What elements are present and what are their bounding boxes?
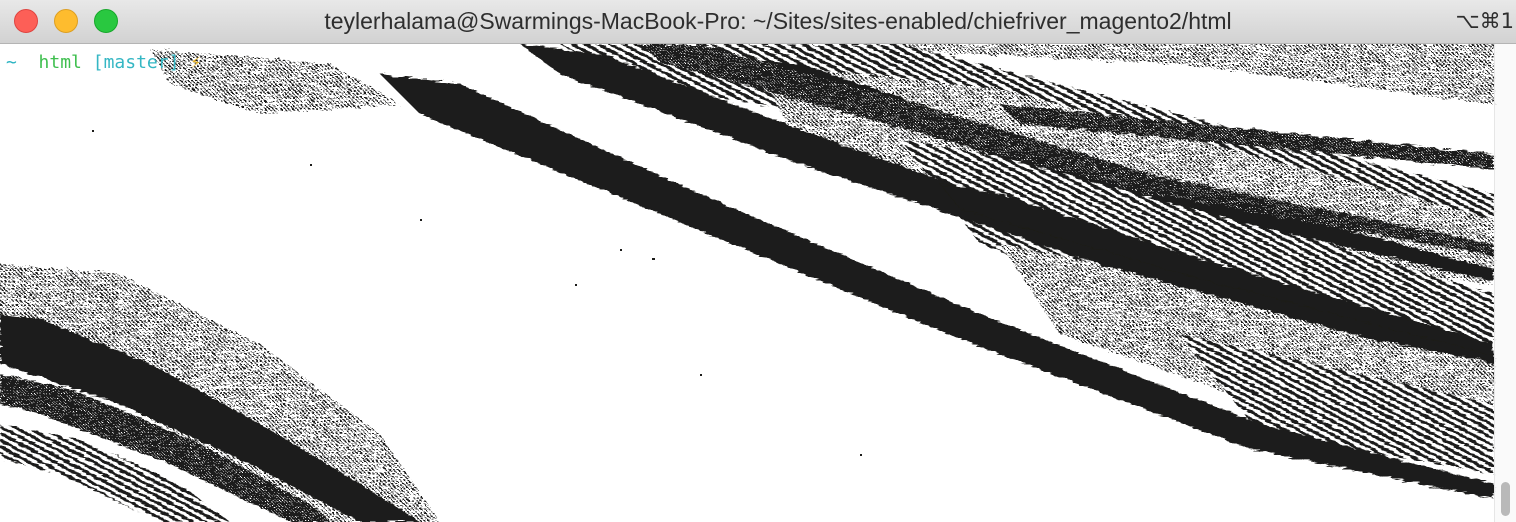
title-bar[interactable]: teylerhalama@Swarmings-MacBook-Pro: ~/Si… xyxy=(0,0,1516,44)
terminal-window: teylerhalama@Swarmings-MacBook-Pro: ~/Si… xyxy=(0,0,1516,522)
window-shortcut-label: ⌥⌘1 xyxy=(1455,9,1514,33)
zoom-window-button[interactable] xyxy=(94,9,118,33)
background-image xyxy=(0,44,1494,522)
prompt-git-branch: [master] xyxy=(92,52,180,73)
lightning-icon: ⚡ xyxy=(190,52,202,73)
prompt-tilde: ~ xyxy=(6,52,17,73)
prompt-directory: html xyxy=(38,52,82,73)
close-window-button[interactable] xyxy=(14,9,38,33)
vertical-scrollbar[interactable] xyxy=(1494,44,1516,522)
scrollbar-thumb[interactable] xyxy=(1501,482,1510,516)
terminal-content-area[interactable]: ~ html [master] ⚡ xyxy=(0,44,1516,522)
shell-prompt: ~ html [master] ⚡ xyxy=(6,52,201,74)
window-title: teylerhalama@Swarmings-MacBook-Pro: ~/Si… xyxy=(324,8,1232,34)
minimize-window-button[interactable] xyxy=(54,9,78,33)
